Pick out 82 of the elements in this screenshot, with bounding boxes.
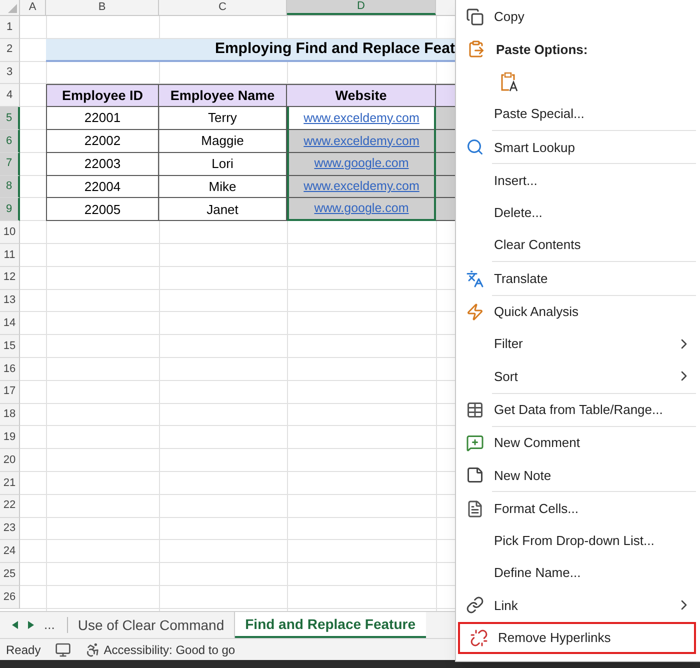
menu-item[interactable]: Translate [456, 262, 700, 295]
row-header[interactable]: 22 [0, 494, 20, 518]
copy-icon [466, 8, 484, 26]
menu-item[interactable]: Insert... [456, 164, 700, 197]
table-cell: 22002 [46, 130, 159, 153]
menu-item[interactable]: Copy [456, 1, 700, 34]
scroll-left-icon[interactable] [12, 621, 18, 629]
column-header[interactable]: B [46, 0, 159, 15]
header-cell: Website [287, 84, 436, 108]
table-cell: 22001 [46, 107, 159, 130]
row-header[interactable]: 23 [0, 518, 20, 540]
menu-item[interactable]: Quick Analysis [456, 296, 700, 328]
menu-item[interactable]: Sort [456, 360, 700, 393]
menu-item[interactable]: Format Cells... [456, 492, 700, 525]
clipboard-icon [467, 40, 485, 58]
status-text: Ready [6, 642, 41, 658]
row-header[interactable]: 9 [0, 198, 20, 222]
paste-text-icon [501, 72, 519, 92]
row-header[interactable]: 19 [0, 426, 20, 450]
unlink-icon [470, 628, 488, 647]
menu-heading: Paste Options: [496, 40, 588, 59]
link-icon [466, 596, 484, 614]
more-sheets-button[interactable]: ... [44, 615, 55, 635]
hyperlink[interactable]: www.google.com [314, 199, 409, 218]
menu-item[interactable]: Paste Special... [456, 98, 700, 130]
menu-item[interactable]: New Note [456, 459, 700, 492]
header-cell: Employee Name [159, 84, 287, 108]
document-icon [466, 500, 484, 518]
hyperlink[interactable]: www.exceldemy.com [304, 177, 420, 196]
accessibility-status[interactable]: Accessibility: Good to go [104, 640, 236, 658]
menu-item[interactable]: Link [456, 589, 700, 622]
menu-item[interactable]: Filter [456, 328, 700, 360]
row-header[interactable]: 16 [0, 358, 20, 381]
accessibility-icon[interactable] [84, 642, 101, 658]
column-header[interactable]: D [287, 0, 436, 15]
row-header[interactable]: 24 [0, 540, 20, 564]
row-header[interactable]: 20 [0, 449, 20, 472]
sheet-tab[interactable]: Find and Replace Feature [235, 612, 426, 638]
menu-item[interactable]: Pick From Drop-down List... [456, 524, 700, 558]
table-cell: 22005 [46, 198, 159, 222]
header-cell [436, 84, 455, 108]
row-header[interactable]: 26 [0, 586, 20, 609]
menu-item[interactable]: Clear Contents [456, 229, 700, 262]
hyperlink[interactable]: www.exceldemy.com [304, 108, 420, 128]
row-header[interactable]: 6 [0, 130, 20, 153]
row-header[interactable]: 14 [0, 312, 20, 336]
table-icon [466, 400, 484, 419]
row-header[interactable]: 1 [0, 16, 20, 39]
menu-item[interactable]: Get Data from Table/Range... [456, 394, 700, 426]
row-header[interactable]: 4 [0, 84, 20, 108]
row-header[interactable]: 21 [0, 472, 20, 495]
row-header[interactable]: 10 [0, 221, 20, 244]
menu-item[interactable]: Delete... [456, 196, 700, 230]
row-header[interactable]: 5 [0, 107, 20, 130]
scroll-right-icon[interactable] [28, 621, 34, 629]
comment-icon [466, 434, 484, 452]
translate-icon [466, 270, 484, 288]
row-header[interactable]: 25 [0, 563, 20, 586]
row-header[interactable]: 11 [0, 244, 20, 267]
row-header[interactable]: 18 [0, 404, 20, 426]
table-cell: 22004 [46, 176, 159, 198]
note-icon [466, 466, 484, 484]
row-header[interactable]: 2 [0, 38, 20, 62]
row-header[interactable]: 13 [0, 290, 20, 312]
menu-item[interactable]: Smart Lookup [456, 131, 700, 164]
hyperlink[interactable]: www.google.com [314, 154, 409, 174]
row-header[interactable]: 12 [0, 266, 20, 290]
row-header[interactable]: 8 [0, 176, 20, 198]
sheet-title: Employing Find and Replace Feat [214, 38, 455, 59]
row-header[interactable]: 7 [0, 152, 20, 176]
header-cell: Employee ID [46, 84, 159, 108]
hyperlink[interactable]: www.exceldemy.com [304, 132, 420, 150]
column-header[interactable]: A [20, 0, 46, 15]
table-cell: 22003 [46, 152, 159, 176]
row-header[interactable]: 3 [0, 62, 20, 84]
menu-item[interactable]: New Comment [456, 426, 700, 460]
row-header[interactable]: 15 [0, 335, 20, 358]
search-icon [466, 138, 484, 156]
lightning-icon [466, 302, 484, 321]
menu-item[interactable]: Define Name... [456, 557, 700, 590]
menu-item[interactable]: Remove Hyperlinks [458, 622, 696, 654]
row-header[interactable]: 17 [0, 380, 20, 404]
